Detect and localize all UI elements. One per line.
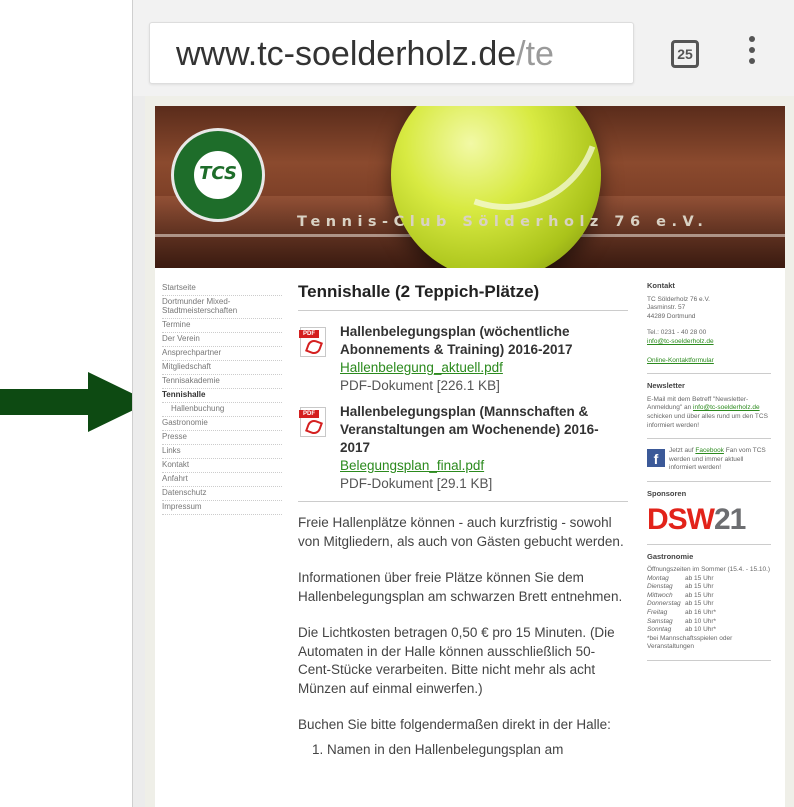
contact-heading: Kontakt xyxy=(647,281,675,290)
nav-item-hallenbuchung[interactable]: Hallenbuchung xyxy=(162,403,282,417)
paragraph-info: Informationen über freie Plätze können S… xyxy=(298,570,623,604)
contact-block: Kontakt TC Sölderholz 76 e.V. Jasminstr.… xyxy=(647,281,771,375)
club-title: Tennis-Club Sölderholz 76 e.V. xyxy=(297,214,709,230)
url-host: www.tc-soelderholz.de xyxy=(176,35,517,73)
paragraph-booking: Buchen Sie bitte folgendermaßen direkt i… xyxy=(298,717,611,732)
facebook-link[interactable]: Facebook xyxy=(695,447,724,454)
main-content: Tennishalle (2 Teppich-Plätze) PDF Halle… xyxy=(298,282,628,777)
facebook-block: f Jetzt auf Facebook Fan vom TCS werden … xyxy=(647,447,771,482)
nav-item-impressum[interactable]: Impressum xyxy=(162,501,282,515)
document-download-2: PDF Hallenbelegungsplan (Mannschaften & … xyxy=(298,403,628,493)
nav-item-ansprechpartner[interactable]: Ansprechpartner xyxy=(162,347,282,361)
pdf-icon[interactable]: PDF xyxy=(299,327,326,357)
document-download-1: PDF Hallenbelegungsplan (wöchentliche Ab… xyxy=(298,323,628,395)
opening-hours: Montag ab 15 Uhr Dienstag ab 15 Uhr Mittwo… xyxy=(647,574,717,634)
paragraph-light-costs: Die Lichtkosten betragen 0,50 € pro 15 M… xyxy=(298,625,615,696)
green-arrow-icon xyxy=(0,372,150,432)
document-title: Hallenbelegungsplan (wöchentliche Abonne… xyxy=(340,324,573,357)
nav-item-datenschutz[interactable]: Datenschutz xyxy=(162,487,282,501)
nav-item-mixed-stadtmeisterschaften[interactable]: Dortmunder Mixed-Stadtmeisterschaften xyxy=(162,296,282,319)
nav-item-startseite[interactable]: Startseite xyxy=(162,282,282,296)
nav-item-anfahrt[interactable]: Anfahrt xyxy=(162,473,282,487)
contact-email-link[interactable]: info@tc-soelderholz.de xyxy=(647,338,714,345)
facebook-icon[interactable]: f xyxy=(647,449,665,468)
address-bar[interactable]: www.tc-soelderholz.de/te xyxy=(149,22,634,84)
phone-screen: www.tc-soelderholz.de/te 25 TCS Tennis-C… xyxy=(132,0,794,807)
pdf-icon[interactable]: PDF xyxy=(299,407,326,437)
site-container: TCS Tennis-Club Sölderholz 76 e.V. Start… xyxy=(155,106,785,807)
sponsors-block: Sponsoren DSW21 xyxy=(647,488,771,545)
newsletter-block: Newsletter E-Mail mit dem Betreff "Newsl… xyxy=(647,381,771,440)
sponsors-heading: Sponsoren xyxy=(647,488,687,498)
nav-item-gastronomie[interactable]: Gastronomie xyxy=(162,417,282,431)
booking-step-1: 1. Namen in den Hallenbelegungsplan am xyxy=(312,741,564,757)
site-header: TCS Tennis-Club Sölderholz 76 e.V. xyxy=(155,106,785,268)
nav-item-mitgliedschaft[interactable]: Mitgliedschaft xyxy=(162,361,282,375)
newsletter-email-link[interactable]: info@tc-soelderholz.de xyxy=(693,404,760,411)
right-sidebar: Kontakt TC Sölderholz 76 e.V. Jasminstr.… xyxy=(647,281,771,669)
sponsor-logo[interactable]: DSW21 xyxy=(647,503,771,536)
tennis-ball-image xyxy=(379,106,633,268)
divider xyxy=(298,501,628,502)
page-title: Tennishalle (2 Teppich-Plätze) xyxy=(298,282,628,311)
document-size: PDF-Dokument [29.1 KB] xyxy=(340,476,493,491)
left-navigation: Startseite Dortmunder Mixed-Stadtmeister… xyxy=(162,282,282,515)
web-page: TCS Tennis-Club Sölderholz 76 e.V. Start… xyxy=(145,96,794,807)
nav-item-tennisakademie[interactable]: Tennisakademie xyxy=(162,375,282,389)
document-link[interactable]: Belegungsplan_final.pdf xyxy=(340,457,628,475)
nav-item-links[interactable]: Links xyxy=(162,445,282,459)
document-title: Hallenbelegungsplan (Mannschaften & Vera… xyxy=(340,404,599,455)
document-link[interactable]: Hallenbelegung_aktuell.pdf xyxy=(340,359,628,377)
gastronomy-heading: Gastronomie xyxy=(647,551,694,561)
contact-form-link[interactable]: Online-Kontaktformular xyxy=(647,357,714,364)
overflow-menu-icon[interactable] xyxy=(745,36,759,72)
tab-switcher-button[interactable]: 25 xyxy=(671,40,699,68)
newsletter-heading: Newsletter xyxy=(647,381,685,391)
nav-item-tennishalle[interactable]: Tennishalle xyxy=(162,389,282,403)
url-path: /te xyxy=(516,35,554,73)
nav-item-presse[interactable]: Presse xyxy=(162,431,282,445)
nav-item-der-verein[interactable]: Der Verein xyxy=(162,333,282,347)
gastronomy-block: Gastronomie Öffnungszeiten im Sommer (15… xyxy=(647,551,771,662)
browser-toolbar: www.tc-soelderholz.de/te 25 xyxy=(133,0,794,96)
document-size: PDF-Dokument [226.1 KB] xyxy=(340,378,500,393)
club-logo[interactable]: TCS xyxy=(171,128,265,222)
nav-item-termine[interactable]: Termine xyxy=(162,319,282,333)
paragraph-free-courts: Freie Hallenplätze können - auch kurzfri… xyxy=(298,515,624,549)
nav-item-kontakt[interactable]: Kontakt xyxy=(162,459,282,473)
